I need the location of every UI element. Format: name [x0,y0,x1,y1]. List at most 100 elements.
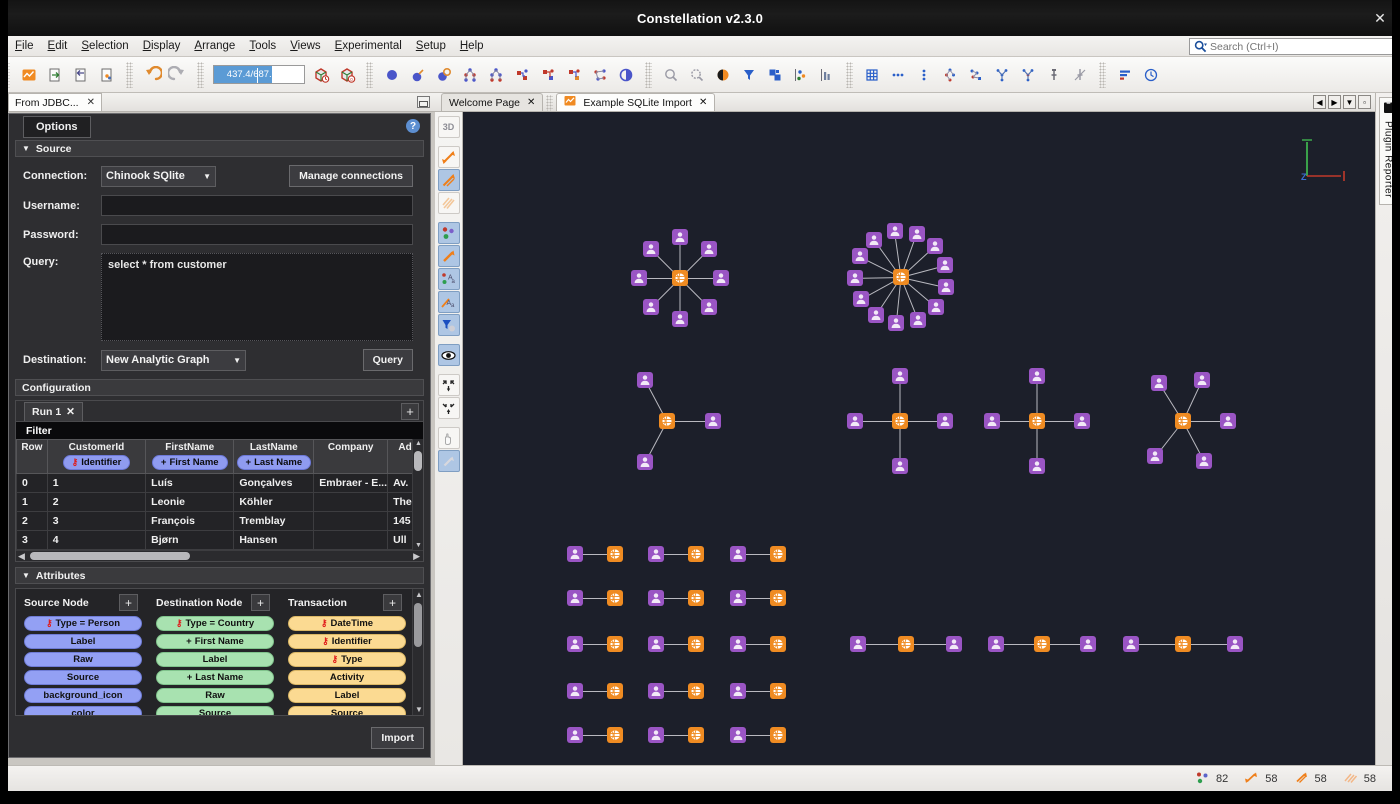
close-icon[interactable]: ✕ [87,97,95,108]
graph-node-country[interactable] [607,590,623,606]
graph-node-country[interactable] [1175,636,1191,652]
graph-node-person[interactable] [730,636,746,652]
deselect-blaze-icon[interactable] [509,62,535,88]
menu-help[interactable]: Help [453,38,491,54]
graph-node-person[interactable] [700,298,717,315]
manage-connections-button[interactable]: Manage connections [289,165,413,187]
graph-node-country[interactable] [688,590,704,606]
menu-display[interactable]: Display [136,38,188,54]
scroll-up-icon[interactable]: ▲ [415,590,423,599]
tab-example-sqlite-import[interactable]: Example SQLite Import ✕ [556,93,716,111]
toolbar-grip-5[interactable] [645,61,652,88]
remove-blaze-icon[interactable] [561,62,587,88]
search-input[interactable] [1210,40,1388,53]
graph-node-person[interactable] [730,683,746,699]
blaze-color-icon[interactable] [587,62,613,88]
close-icon[interactable]: ✕ [699,97,707,108]
graph-node-country[interactable] [1034,636,1050,652]
graph-node-country[interactable] [688,683,704,699]
table-horizontal-scrollbar[interactable]: ◀ ▶ [16,550,423,561]
scroll-left-icon[interactable]: ◀ [1313,95,1326,109]
graph-node-country[interactable] [770,683,786,699]
graph-node-person[interactable] [847,269,863,286]
blaze-mode[interactable] [437,450,460,472]
graph-node-person[interactable] [886,223,903,240]
query-button[interactable]: Query [362,349,413,371]
graph-node-country[interactable] [770,727,786,743]
column-header-row[interactable]: Row [16,439,48,474]
scroll-right-icon[interactable]: ▶ [413,551,420,562]
graph-node-person[interactable] [888,314,905,331]
graph-node-person[interactable] [984,413,1000,429]
add-attribute-button[interactable]: + [119,594,138,611]
contract-graph[interactable] [437,397,460,419]
toggle-selection-icon[interactable] [613,62,639,88]
graph-node-person[interactable] [892,368,908,384]
menu-edit[interactable]: Edit [41,38,75,54]
graph-node-person[interactable] [730,727,746,743]
connection-select[interactable]: Chinook SQlite ▼ [101,165,216,187]
toggle-node-visibility[interactable] [437,222,460,244]
scroll-thumb[interactable] [30,552,190,560]
attribute-pill[interactable]: + First Name [156,634,274,649]
graph-node-country[interactable] [607,546,623,562]
table-row[interactable]: 1 2 Leonie Köhler The [16,492,423,512]
graph-node-person[interactable] [937,257,954,274]
graph-node-person[interactable] [1029,458,1045,474]
graph-node-person[interactable] [946,636,962,652]
graph-node-person[interactable] [567,636,583,652]
graph-node-person[interactable] [1194,372,1211,389]
graph-node-person[interactable] [567,727,583,743]
graph-node-person[interactable] [988,636,1004,652]
toolbar-grip-7[interactable] [1099,61,1106,88]
section-attributes[interactable]: ▼ Attributes [15,567,424,584]
toggle-connection-visibility[interactable] [437,245,460,267]
add-attribute-button[interactable]: + [251,594,270,611]
graph-node-person[interactable] [847,413,863,429]
select-transactions-mode[interactable] [437,169,460,191]
histogram-icon[interactable] [814,62,840,88]
graph-canvas[interactable]: Z [463,112,1375,765]
graph-node-person[interactable] [648,546,664,562]
menu-arrange[interactable]: Arrange [187,38,242,54]
graph-node-person[interactable] [713,270,729,286]
graph-node-person[interactable] [637,372,654,389]
toggle-connection-labels[interactable]: Aa [437,291,460,313]
scroll-down-icon[interactable]: ▼ [415,705,423,714]
graph-node-person[interactable] [567,683,583,699]
column-header-lastname[interactable]: LastName + Last Name [233,439,315,474]
graph-node-country[interactable] [659,413,675,429]
memory-gauge[interactable]: 437.4/687.0MB [213,65,305,84]
graph-node-person[interactable] [852,291,869,308]
toolbar-grip-3[interactable] [197,61,204,88]
graph-node-person[interactable] [927,298,944,315]
attribute-pill[interactable]: ⚷ Type = Person [24,616,142,631]
tab-welcome-page[interactable]: Welcome Page ✕ [441,93,544,111]
graph-node-person[interactable] [1220,413,1236,429]
maximize-icon[interactable]: ▫ [1358,95,1371,109]
line-arrange-icon[interactable] [885,62,911,88]
save-all-icon[interactable] [94,62,120,88]
table-vertical-scrollbar[interactable]: ▲ ▼ [412,439,423,550]
add-run-button[interactable]: + [401,403,419,420]
attributes-scrollbar[interactable]: ▲ ▼ [412,589,423,715]
add-attribute-button[interactable]: + [383,594,402,611]
select-nodes-mode[interactable] [437,146,460,168]
contrast-icon[interactable] [710,62,736,88]
select-loops-icon[interactable] [431,62,457,88]
menu-setup[interactable]: Setup [409,38,453,54]
graph-node-person[interactable] [700,241,717,257]
attribute-pill[interactable]: Source [288,706,406,715]
graph-node-person[interactable] [1080,636,1096,652]
username-input[interactable] [101,195,413,216]
graph-node-country[interactable] [607,683,623,699]
tab-list-icon[interactable]: ▼ [1343,95,1356,109]
attribute-pill[interactable]: Raw [24,652,142,667]
tab-run-1[interactable]: Run 1 ✕ [24,401,83,421]
filter-bar[interactable]: Filter [16,422,423,439]
graph-node-person[interactable] [643,241,659,257]
zoom-reset-icon[interactable] [658,62,684,88]
attribute-pill[interactable]: color [24,706,142,715]
graph-node-country[interactable] [893,269,909,285]
scroll-left-icon[interactable]: ◀ [18,551,25,562]
